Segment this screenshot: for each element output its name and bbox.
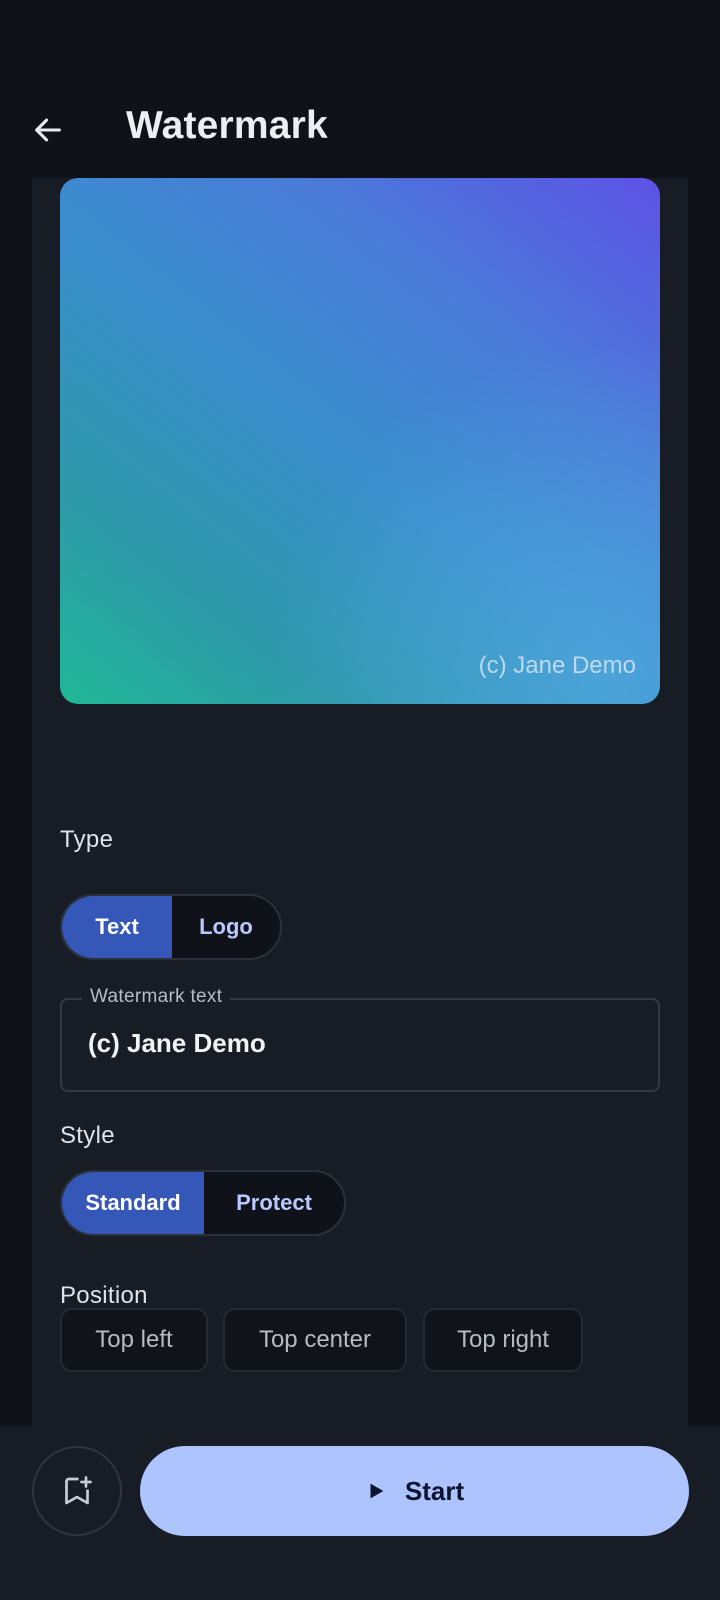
style-option-standard[interactable]: Standard [62,1172,204,1234]
preview-watermark-text: (c) Jane Demo [478,652,636,679]
position-top-left-button[interactable]: Top left [60,1308,208,1372]
page-title: Watermark [126,104,328,147]
start-button[interactable]: Start [140,1446,689,1536]
type-option-logo[interactable]: Logo [172,896,280,958]
type-option-text[interactable]: Text [62,896,172,958]
watermark-screen: Watermark (c) Jane Demo Type Text Logo W… [0,0,720,1600]
content-panel: (c) Jane Demo Type Text Logo Watermark t… [32,178,688,1426]
start-button-label: Start [404,1475,465,1506]
style-label: Style [60,1122,115,1149]
watermark-text-field[interactable]: Watermark text (c) Jane Demo [60,986,660,1092]
arrow-left-icon [35,118,61,142]
type-label: Type [60,826,114,853]
type-segmented-control: Text Logo [60,894,282,960]
bottom-action-bar: Start [0,1426,720,1600]
watermark-text-value[interactable]: (c) Jane Demo [88,1028,266,1059]
save-preset-button[interactable] [32,1446,122,1536]
position-top-center-button[interactable]: Top center [223,1308,407,1372]
position-label: Position [60,1282,148,1309]
watermark-text-label: Watermark text [82,986,231,1008]
bookmark-add-icon [65,1476,92,1505]
style-option-protect[interactable]: Protect [204,1172,344,1234]
app-header: Watermark [0,0,720,178]
back-button[interactable] [24,106,72,154]
position-top-right-button[interactable]: Top right [423,1308,583,1372]
play-icon [370,1483,384,1499]
style-segmented-control: Standard Protect [60,1170,346,1236]
watermark-preview-image: (c) Jane Demo [60,178,660,704]
